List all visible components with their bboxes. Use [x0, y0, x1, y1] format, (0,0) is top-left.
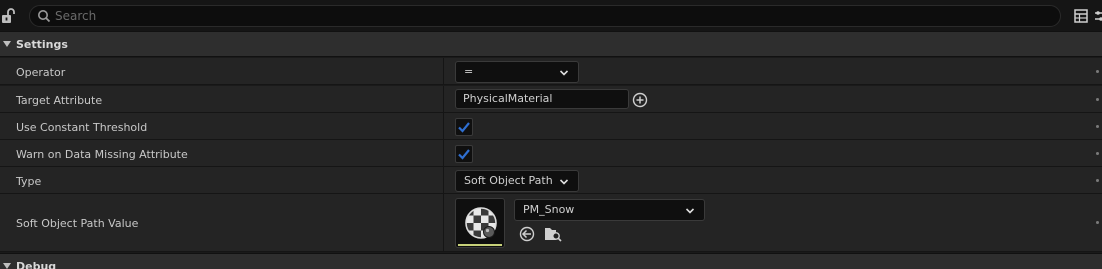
chevron-down-icon: [560, 70, 568, 76]
property-row-type: Type Soft Object Path: [0, 167, 1102, 194]
asset-thumbnail[interactable]: [455, 198, 505, 248]
section-title: Settings: [16, 38, 68, 51]
row-options-dot[interactable]: [1096, 125, 1099, 128]
row-options-dot[interactable]: [1096, 152, 1099, 155]
search-input[interactable]: [55, 7, 1035, 25]
chevron-down-icon: [686, 208, 694, 214]
chevron-down-icon: [560, 179, 568, 185]
checkmark-icon: [458, 122, 470, 133]
expand-arrow-icon[interactable]: [3, 263, 11, 269]
property-row-warn-on-missing: Warn on Data Missing Attribute: [0, 140, 1102, 167]
column-divider[interactable]: [443, 86, 444, 112]
physical-material-icon: [465, 207, 497, 239]
type-dropdown[interactable]: Soft Object Path: [455, 170, 579, 192]
unlocked-padlock-icon[interactable]: [0, 7, 18, 25]
table-view-icon[interactable]: [1074, 9, 1088, 23]
target-attribute-field[interactable]: PhysicalMaterial: [455, 89, 629, 109]
operator-dropdown[interactable]: =: [455, 61, 579, 83]
property-label: Type: [16, 175, 42, 188]
settings-icon[interactable]: [1095, 9, 1102, 23]
warn-on-missing-checkbox[interactable]: [455, 145, 473, 163]
browse-to-asset-icon[interactable]: [544, 226, 562, 242]
use-constant-threshold-checkbox[interactable]: [455, 118, 473, 136]
row-options-dot[interactable]: [1096, 179, 1099, 182]
asset-picker-dropdown[interactable]: PM_Snow: [514, 199, 705, 221]
dropdown-value: =: [464, 65, 474, 78]
column-divider[interactable]: [443, 194, 444, 251]
field-value: PhysicalMaterial: [463, 92, 553, 105]
property-label: Operator: [16, 66, 66, 79]
plus-circle-icon[interactable]: [632, 92, 648, 108]
property-label: Target Attribute: [16, 94, 103, 107]
search-icon: [38, 10, 51, 23]
settings-section-header[interactable]: Settings: [0, 31, 1102, 57]
property-label: Soft Object Path Value: [16, 217, 139, 230]
property-row-operator: Operator =: [0, 58, 1102, 85]
row-options-dot[interactable]: [1096, 221, 1099, 224]
expand-arrow-icon[interactable]: [3, 41, 11, 47]
dropdown-value: Soft Object Path: [464, 174, 553, 187]
property-row-soft-object-path-value: Soft Object Path Value PM_Snow: [0, 194, 1102, 252]
asset-type-color-bar: [458, 244, 502, 246]
details-toolbar: [0, 0, 1102, 31]
dropdown-value: PM_Snow: [523, 203, 575, 216]
section-title: Debug: [16, 260, 57, 269]
use-selected-asset-icon[interactable]: [519, 226, 535, 242]
column-divider[interactable]: [443, 58, 444, 84]
property-label: Warn on Data Missing Attribute: [16, 148, 188, 161]
property-row-use-constant-threshold: Use Constant Threshold: [0, 113, 1102, 140]
search-box[interactable]: [29, 5, 1061, 27]
debug-section-header[interactable]: Debug: [0, 253, 1102, 269]
checkmark-icon: [458, 149, 470, 160]
column-divider[interactable]: [443, 167, 444, 193]
column-divider[interactable]: [443, 140, 444, 166]
row-options-dot[interactable]: [1096, 98, 1099, 101]
property-row-target-attribute: Target Attribute PhysicalMaterial: [0, 86, 1102, 113]
property-label: Use Constant Threshold: [16, 121, 148, 134]
column-divider[interactable]: [443, 113, 444, 139]
row-options-dot[interactable]: [1096, 70, 1099, 73]
